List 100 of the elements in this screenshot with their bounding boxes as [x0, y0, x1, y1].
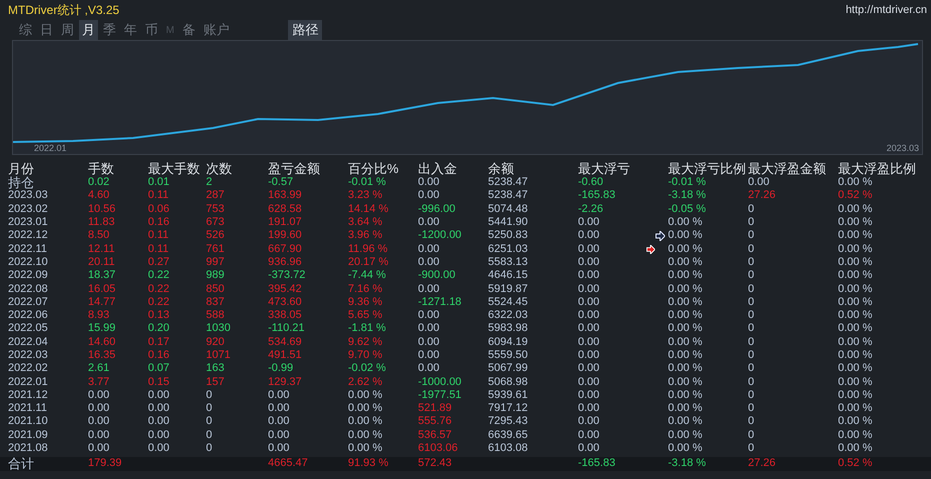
table-cell: 6103.06	[418, 442, 458, 456]
table-cell: 0	[206, 388, 212, 402]
table-cell: 395.42	[268, 282, 302, 296]
table-cell: 0	[748, 442, 754, 456]
table-cell: 989	[206, 269, 224, 282]
website-link[interactable]: http://mtdriver.cn	[846, 4, 927, 16]
table-cell: 7295.43	[488, 415, 528, 428]
table-cell: 0	[748, 202, 754, 216]
table-cell: 2021.10	[8, 415, 48, 428]
table-cell: 5983.98	[488, 322, 528, 336]
total-cell: 179.39	[88, 457, 122, 470]
table-cell: 0.00	[418, 256, 440, 269]
table-cell: 0.00	[88, 415, 110, 428]
total-cell: 27.26	[748, 457, 776, 470]
table-cell: 0.00	[578, 442, 600, 456]
path-button[interactable]: 路径	[288, 20, 322, 40]
table-cell: 473.60	[268, 296, 302, 309]
table-cell: -0.57	[268, 176, 294, 190]
table-cell: -1000.00	[418, 376, 462, 389]
table-cell: 0	[748, 216, 754, 230]
table-cell: 0.00	[268, 388, 290, 402]
period-tab[interactable]: 季	[100, 20, 119, 40]
table-cell: 0	[206, 415, 212, 428]
period-tab[interactable]: 日	[37, 20, 56, 40]
table-cell: 0.15	[148, 376, 170, 389]
table-cell: 0.00 %	[668, 322, 702, 336]
table-cell: -0.02 %	[348, 362, 386, 376]
table-cell: 0.00 %	[838, 415, 872, 428]
table-cell: 5441.90	[488, 216, 528, 230]
table-cell: 0.00 %	[838, 402, 872, 416]
table-cell: 0.01	[148, 176, 170, 190]
table-cell: 628.58	[268, 202, 302, 216]
table-cell: 761	[206, 242, 224, 256]
table-cell: 0.00 %	[668, 442, 702, 456]
table-cell: 0	[748, 349, 754, 362]
table-cell: 14.14 %	[348, 202, 388, 216]
period-tab[interactable]: 周	[58, 20, 77, 40]
table-cell: 997	[206, 256, 224, 269]
table-cell: 1030	[206, 322, 230, 336]
table-cell: 0.00	[578, 309, 600, 322]
table-cell: 2022.12	[8, 229, 48, 242]
period-tab[interactable]: 币	[142, 20, 161, 40]
table-cell: 0.00	[578, 428, 600, 442]
table-cell: 0.00	[578, 296, 600, 309]
table-cell: 2022.08	[8, 282, 48, 296]
period-tab[interactable]: 账户	[200, 20, 232, 40]
table-cell: 0.11	[148, 229, 169, 242]
table-cell: 0.00 %	[668, 388, 702, 402]
table-cell: 0	[206, 402, 212, 416]
table-cell: 521.89	[418, 402, 452, 416]
table-cell: 0.00	[88, 402, 110, 416]
table-cell: -3.18 %	[668, 189, 706, 202]
table-cell: 0.00	[418, 362, 440, 376]
table-cell: -900.00	[418, 269, 456, 282]
table-cell: 2022.10	[8, 256, 48, 269]
table-cell: 0.00	[418, 322, 440, 336]
period-tab[interactable]: 月	[79, 20, 98, 40]
table-cell: 0.00 %	[838, 216, 872, 230]
table-cell: 2022.04	[8, 336, 48, 349]
table-cell: 0	[748, 336, 754, 349]
table-cell: 18.37	[88, 269, 116, 282]
table-cell: -0.01 %	[348, 176, 386, 190]
table-cell: 2022.06	[8, 309, 48, 322]
total-cell: -3.18 %	[668, 457, 706, 470]
table-cell: 0.00 %	[668, 336, 702, 349]
table-cell: 0.00	[88, 442, 110, 456]
table-cell: -0.99	[268, 362, 294, 376]
table-cell: 0.00 %	[668, 242, 702, 256]
table-cell: 0.00 %	[668, 415, 702, 428]
table-cell: 0.00	[578, 349, 600, 362]
table-cell: 6103.08	[488, 442, 528, 456]
table-cell: 0.00 %	[838, 229, 872, 242]
table-cell: 6251.03	[488, 242, 528, 256]
table-cell: 0.00	[88, 388, 110, 402]
table-cell: 0.00 %	[668, 229, 702, 242]
axis-label: 2023.03	[886, 143, 919, 154]
table-cell: 5583.13	[488, 256, 528, 269]
table-cell: 5250.83	[488, 229, 528, 242]
table-cell: 0.00	[578, 229, 600, 242]
table-cell: 0.00	[418, 189, 440, 202]
table-cell: 163	[206, 362, 224, 376]
table-cell: 338.05	[268, 309, 302, 322]
table-cell: 5074.48	[488, 202, 528, 216]
table-cell: 0.22	[148, 282, 170, 296]
table-cell: 2021.08	[8, 442, 48, 456]
table-cell: 0.00	[418, 309, 440, 322]
table-cell: 2.61	[88, 362, 110, 376]
period-tab[interactable]: 备	[179, 20, 198, 40]
table-cell: 5238.47	[488, 176, 528, 190]
table-cell: -1.81 %	[348, 322, 386, 336]
table-cell: 0.00 %	[668, 216, 702, 230]
table-cell: 526	[206, 229, 224, 242]
table-cell: 0	[748, 256, 754, 269]
table-cell: 0.00	[418, 336, 440, 349]
table-cell: 2022.01	[8, 376, 48, 389]
table-cell: 0.00 %	[838, 322, 872, 336]
table-cell: 0	[748, 362, 754, 376]
period-tab[interactable]: 综	[16, 20, 35, 40]
period-tab[interactable]: 年	[121, 20, 140, 40]
table-cell: 0	[748, 376, 754, 389]
